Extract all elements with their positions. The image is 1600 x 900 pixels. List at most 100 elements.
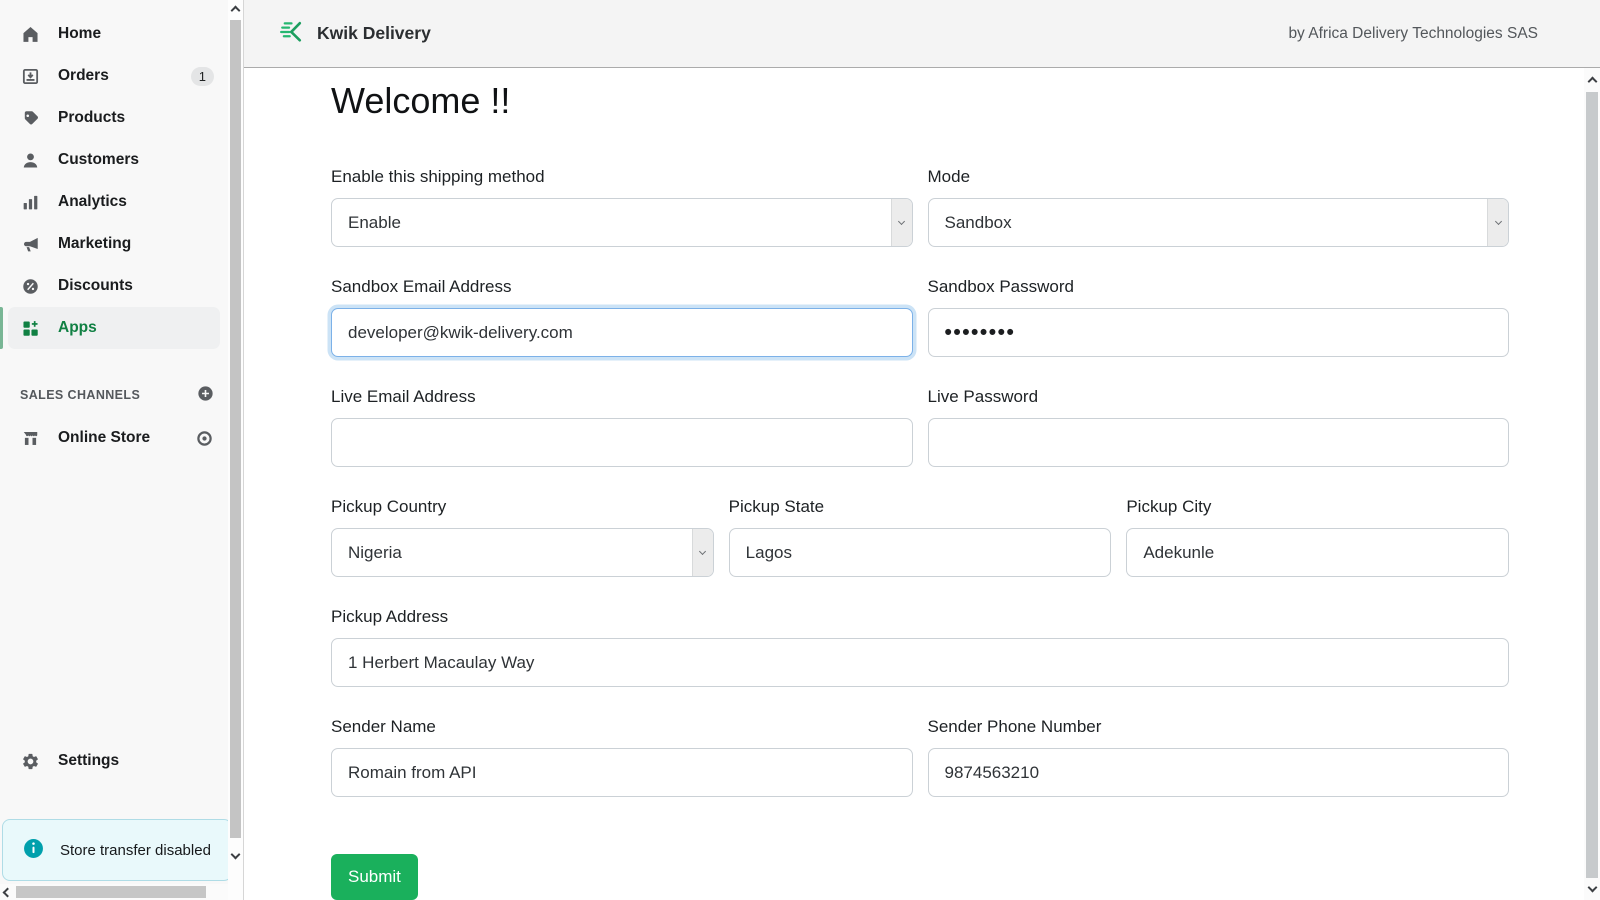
- sidebar-horizontal-scrollbar[interactable]: [0, 884, 228, 900]
- kwik-delivery-logo-icon: [278, 18, 305, 50]
- settings-form: Enable this shipping method Enable Mode …: [331, 166, 1509, 900]
- sidebar-item-label: Marketing: [58, 235, 131, 253]
- live-password-label: Live Password: [928, 386, 1510, 407]
- home-icon: [20, 24, 40, 44]
- mode-group: Mode Sandbox: [928, 166, 1510, 247]
- live-email-group: Live Email Address: [331, 386, 913, 467]
- gear-icon: [20, 751, 40, 771]
- megaphone-icon: [20, 234, 40, 254]
- sidebar-scroll-thumb[interactable]: [230, 20, 241, 838]
- view-store-eye-button[interactable]: [194, 428, 214, 448]
- pickup-state-input[interactable]: [729, 528, 1112, 577]
- sidebar-item-apps[interactable]: Apps: [8, 307, 220, 349]
- sandbox-email-label: Sandbox Email Address: [331, 276, 913, 297]
- sandbox-email-input[interactable]: [331, 308, 913, 357]
- sidebar-item-label: Apps: [58, 319, 97, 337]
- sidebar-item-label: Discounts: [58, 277, 133, 295]
- main-scroll-thumb[interactable]: [1586, 92, 1598, 878]
- scroll-down-button[interactable]: [228, 848, 243, 864]
- sandbox-email-group: Sandbox Email Address: [331, 276, 913, 357]
- scroll-up-button[interactable]: [228, 0, 243, 16]
- sidebar-item-label: Online Store: [58, 429, 150, 447]
- sidebar-item-settings[interactable]: Settings: [0, 740, 228, 782]
- sidebar-item-analytics[interactable]: Analytics: [0, 181, 228, 223]
- sidebar-item-home[interactable]: Home: [0, 13, 228, 55]
- enable-method-label: Enable this shipping method: [331, 166, 913, 187]
- sidebar-item-label: Home: [58, 25, 101, 43]
- pickup-country-group: Pickup Country Nigeria: [331, 496, 714, 577]
- mode-label: Mode: [928, 166, 1510, 187]
- sidebar-item-label: Customers: [58, 151, 139, 169]
- sidebar-item-customers[interactable]: Customers: [0, 139, 228, 181]
- sales-channels-heading: SALES CHANNELS: [20, 385, 214, 405]
- app-window: Home Orders 1 Products Customers: [0, 0, 1600, 900]
- pickup-country-select[interactable]: Nigeria: [331, 528, 714, 577]
- orders-count-badge: 1: [191, 67, 214, 86]
- pickup-country-label: Pickup Country: [331, 496, 714, 517]
- chevron-down-icon: [1487, 199, 1508, 246]
- scroll-right-button[interactable]: [212, 884, 224, 900]
- live-password-group: Live Password: [928, 386, 1510, 467]
- sidebar-item-marketing[interactable]: Marketing: [0, 223, 228, 265]
- pickup-city-label: Pickup City: [1126, 496, 1509, 517]
- sidebar-item-label: Products: [58, 109, 125, 127]
- sidebar-item-discounts[interactable]: Discounts: [0, 265, 228, 307]
- sender-phone-label: Sender Phone Number: [928, 716, 1510, 737]
- sender-name-label: Sender Name: [331, 716, 913, 737]
- storefront-icon: [20, 428, 40, 448]
- store-transfer-banner: Store transfer disabled: [2, 819, 228, 881]
- scroll-down-button[interactable]: [1584, 880, 1600, 898]
- scroll-up-button[interactable]: [1584, 70, 1600, 88]
- sidebar-vertical-scrollbar[interactable]: [228, 0, 243, 900]
- enable-method-select[interactable]: Enable: [331, 198, 913, 247]
- sandbox-password-label: Sandbox Password: [928, 276, 1510, 297]
- page-title: Welcome !!: [331, 80, 1584, 122]
- sidebar-item-label: Analytics: [58, 193, 127, 211]
- sidebar-nav: Home Orders 1 Products Customers: [0, 0, 228, 349]
- submit-button[interactable]: Submit: [331, 854, 418, 900]
- info-icon: [23, 838, 44, 863]
- sidebar-item-label: Settings: [58, 752, 119, 770]
- add-channel-button[interactable]: [197, 385, 214, 405]
- chevron-down-icon: [692, 529, 713, 576]
- app-byline: by Africa Delivery Technologies SAS: [1288, 25, 1538, 43]
- pickup-state-group: Pickup State: [729, 496, 1112, 577]
- pickup-address-group: Pickup Address: [331, 606, 1509, 687]
- bar-chart-icon: [20, 192, 40, 212]
- scroll-left-button[interactable]: [0, 884, 12, 900]
- live-password-input[interactable]: [928, 418, 1510, 467]
- main-panel: Kwik Delivery by Africa Delivery Technol…: [243, 0, 1600, 900]
- pickup-address-label: Pickup Address: [331, 606, 1509, 627]
- sender-phone-group: Sender Phone Number: [928, 716, 1510, 797]
- sandbox-password-group: Sandbox Password: [928, 276, 1510, 357]
- horizontal-scroll-thumb[interactable]: [16, 886, 206, 898]
- live-email-input[interactable]: [331, 418, 913, 467]
- sidebar-item-online-store[interactable]: Online Store: [0, 417, 228, 459]
- discount-badge-icon: [20, 276, 40, 296]
- sidebar: Home Orders 1 Products Customers: [0, 0, 228, 900]
- chevron-down-icon: [891, 199, 912, 246]
- app-content: Welcome !! Enable this shipping method E…: [244, 68, 1584, 900]
- app-title: Kwik Delivery: [317, 23, 431, 44]
- app-brand: Kwik Delivery: [278, 18, 431, 50]
- sender-name-input[interactable]: [331, 748, 913, 797]
- sidebar-item-label: Orders: [58, 67, 109, 85]
- pickup-city-group: Pickup City: [1126, 496, 1509, 577]
- sandbox-password-input[interactable]: [928, 308, 1510, 357]
- pickup-city-input[interactable]: [1126, 528, 1509, 577]
- pickup-state-label: Pickup State: [729, 496, 1112, 517]
- enable-method-group: Enable this shipping method Enable: [331, 166, 913, 247]
- main-vertical-scrollbar[interactable]: [1584, 68, 1600, 900]
- sidebar-item-products[interactable]: Products: [0, 97, 228, 139]
- pickup-address-input[interactable]: [331, 638, 1509, 687]
- tag-icon: [20, 108, 40, 128]
- mode-select[interactable]: Sandbox: [928, 198, 1510, 247]
- store-transfer-text: Store transfer disabled: [60, 842, 211, 859]
- sidebar-item-orders[interactable]: Orders 1: [0, 55, 228, 97]
- apps-grid-icon: [20, 318, 40, 338]
- sender-name-group: Sender Name: [331, 716, 913, 797]
- orders-icon: [20, 66, 40, 86]
- live-email-label: Live Email Address: [331, 386, 913, 407]
- app-topbar: Kwik Delivery by Africa Delivery Technol…: [244, 0, 1600, 68]
- sender-phone-input[interactable]: [928, 748, 1510, 797]
